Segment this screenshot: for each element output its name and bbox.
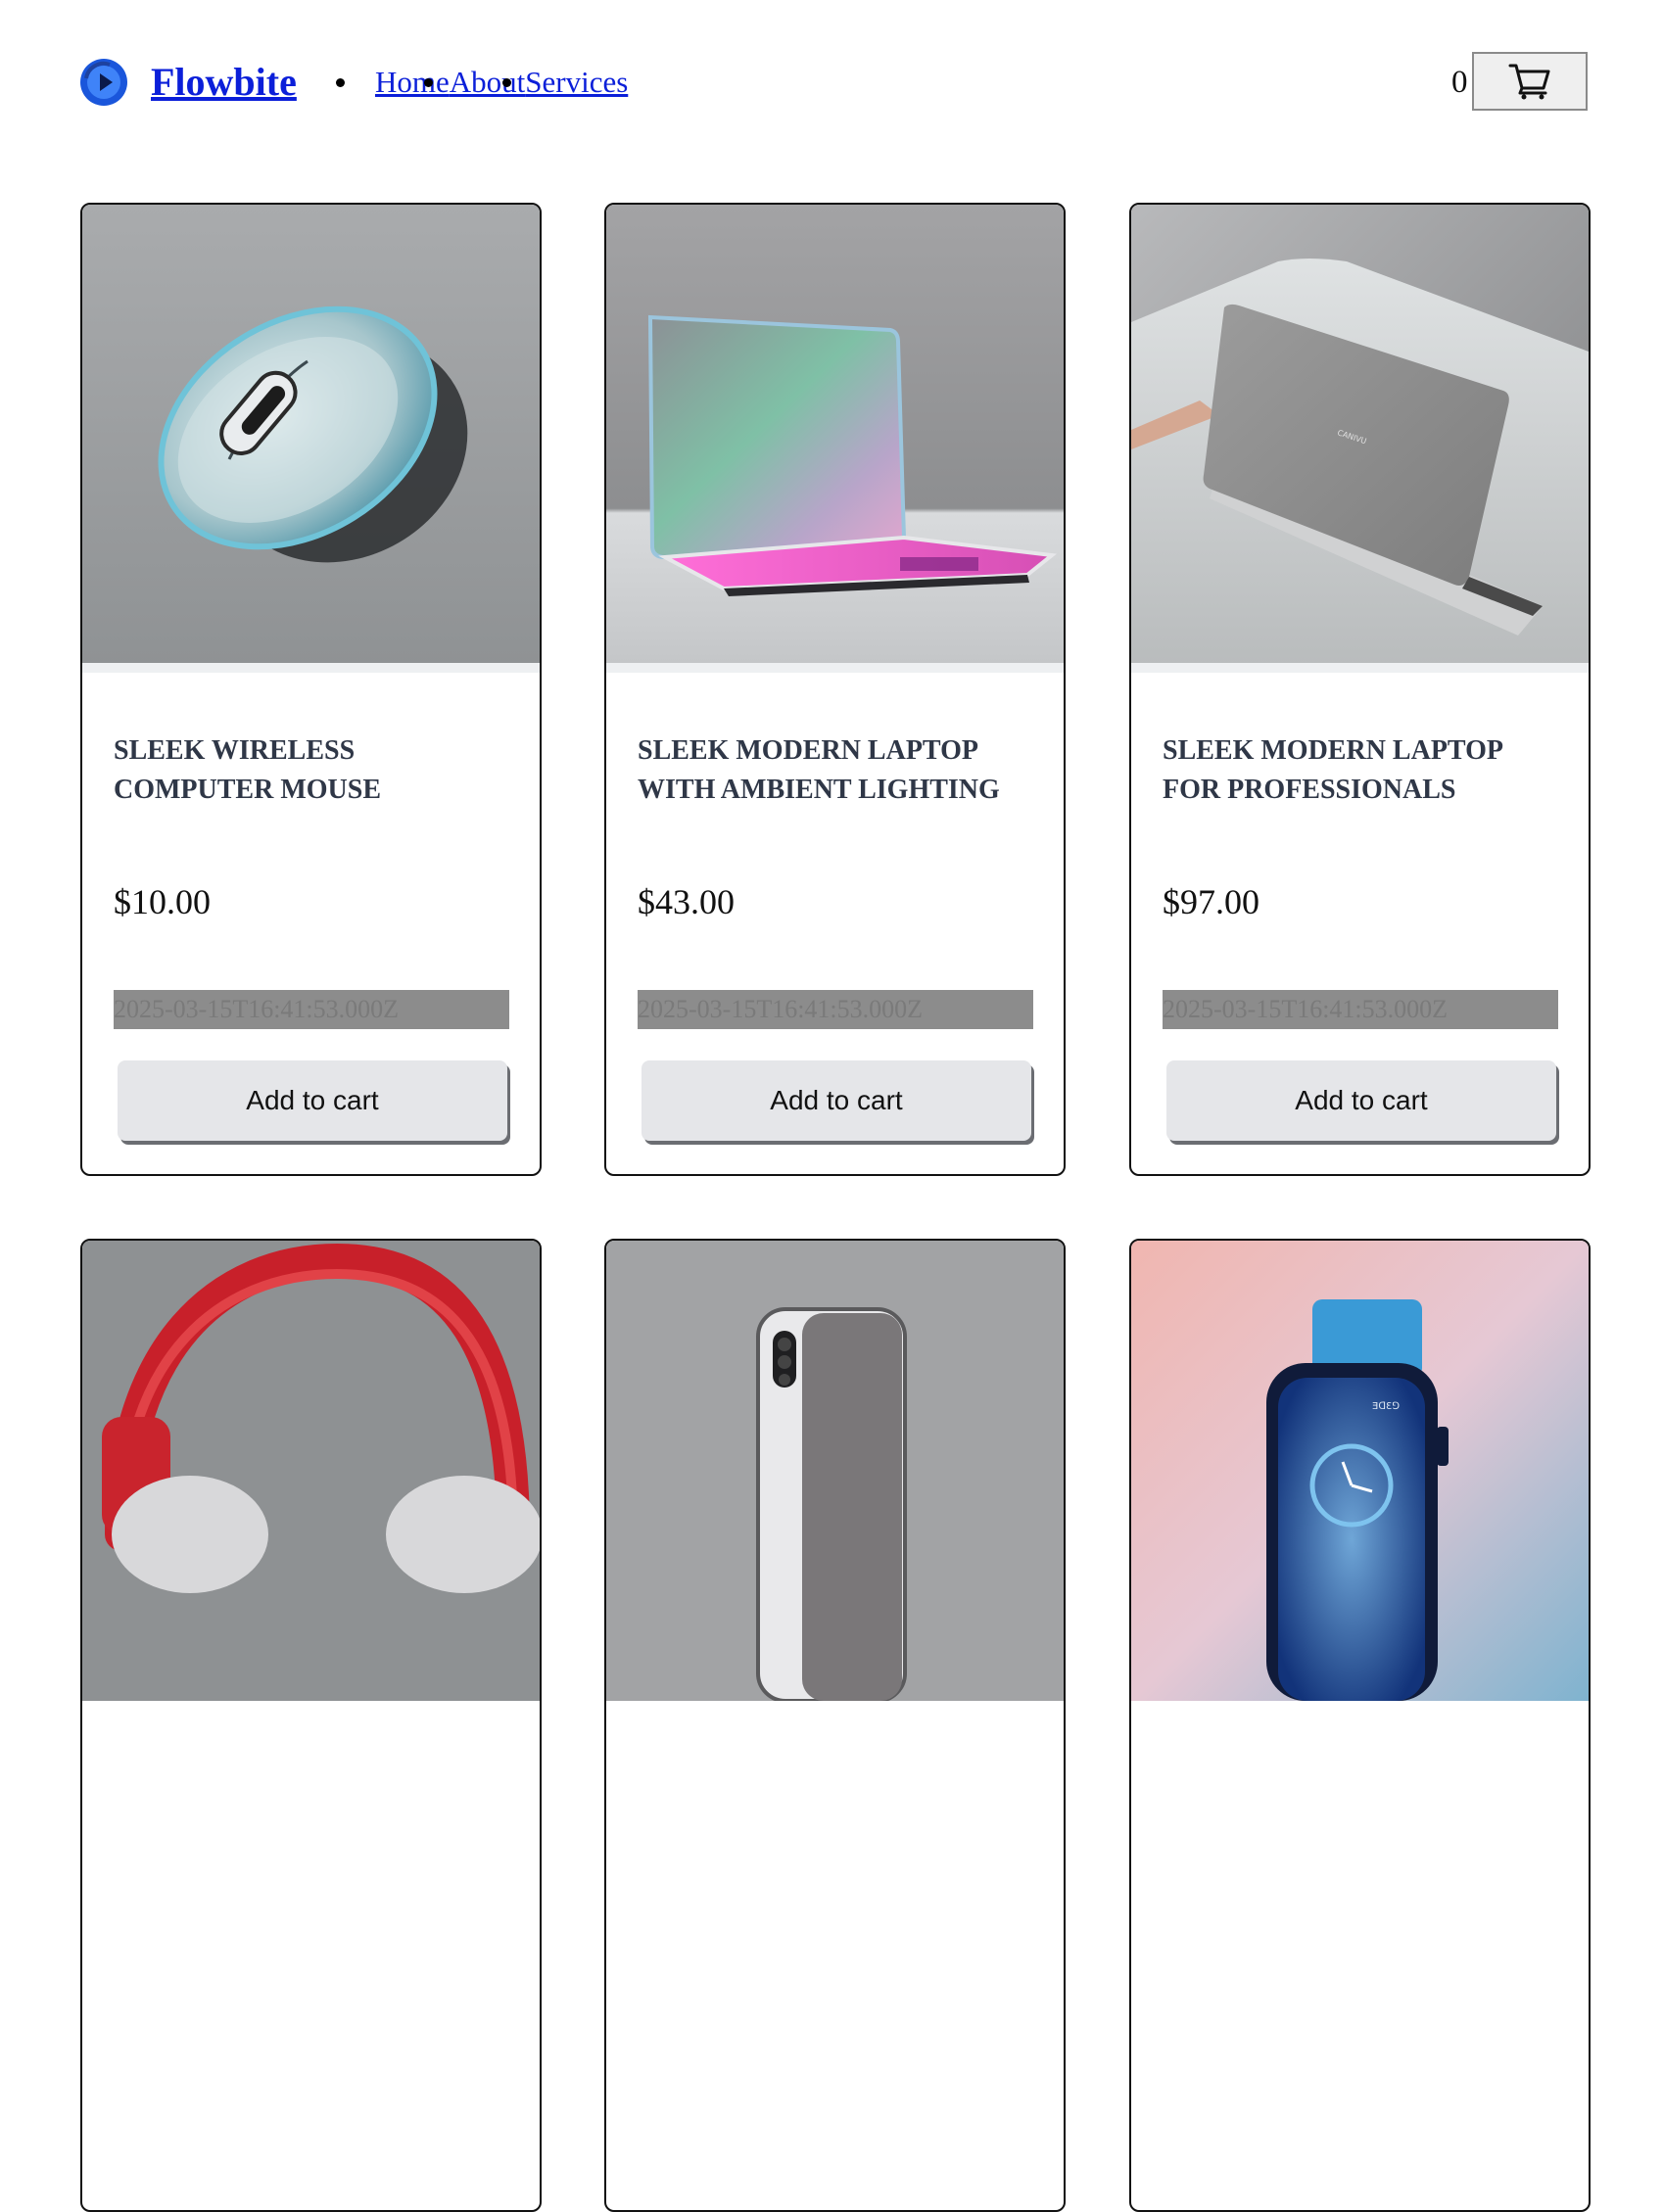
product-title: Sleek Modern Laptop with Ambient Lightin…: [638, 735, 1000, 805]
main-nav: Home About Services: [336, 63, 628, 102]
svg-text:ƎᗡƐ⅁: ƎᗡƐ⅁: [1372, 1401, 1400, 1412]
product-card: ƎᗡƐ⅁: [1129, 1239, 1591, 2212]
product-date: 2025-03-15T16:41:53.000Z: [638, 990, 1033, 1029]
brand-link[interactable]: Flowbite: [80, 59, 297, 106]
red-headphones-image: [82, 1241, 540, 1701]
product-price: $43.00: [638, 882, 735, 921]
cart-button[interactable]: [1472, 52, 1588, 111]
laptop-ambient-lighting-image: [606, 205, 1064, 665]
wireless-mouse-image: [82, 205, 540, 665]
product-card: [80, 1239, 542, 2212]
add-to-cart-button[interactable]: Add to cart: [641, 1060, 1031, 1141]
nav-link-home[interactable]: Home: [375, 63, 450, 102]
add-to-cart-button[interactable]: Add to cart: [118, 1060, 507, 1141]
add-to-cart-button[interactable]: Add to cart: [1166, 1060, 1556, 1141]
brand-name: Flowbite: [151, 60, 297, 104]
product-card: CANIVU Sleek Modern Laptop for Professio…: [1129, 203, 1591, 1176]
product-date: 2025-03-15T16:41:53.000Z: [114, 990, 509, 1029]
product-card: [604, 1239, 1066, 2212]
product-card: Sleek Modern Laptop with Ambient Lightin…: [604, 203, 1066, 1176]
product-price: $97.00: [1163, 882, 1259, 921]
nav-bullet-icon: [502, 78, 511, 87]
site-header: Flowbite Home About Services 0: [0, 0, 1663, 166]
nav-bullet-icon: [336, 78, 345, 87]
product-date: 2025-03-15T16:41:53.000Z: [1163, 990, 1558, 1029]
cart-count: 0: [1451, 65, 1468, 100]
product-title: Sleek Wireless Computer Mouse: [114, 735, 381, 805]
flowbite-logo-icon: [80, 59, 127, 106]
product-price: $10.00: [114, 882, 211, 921]
nav-link-about[interactable]: About: [450, 63, 526, 102]
laptop-professional-image: CANIVU: [1131, 205, 1589, 665]
product-card: Sleek Wireless Computer Mouse $10.00 202…: [80, 203, 542, 1176]
nav-bullet-icon: [424, 78, 433, 87]
product-title: Sleek Modern Laptop for Professionals: [1163, 735, 1502, 805]
smartphone-image: [606, 1241, 1064, 1701]
nav-link-services[interactable]: Services: [525, 63, 628, 102]
smartwatch-image: ƎᗡƐ⅁: [1131, 1241, 1589, 1701]
shopping-cart-icon: [1508, 64, 1550, 100]
